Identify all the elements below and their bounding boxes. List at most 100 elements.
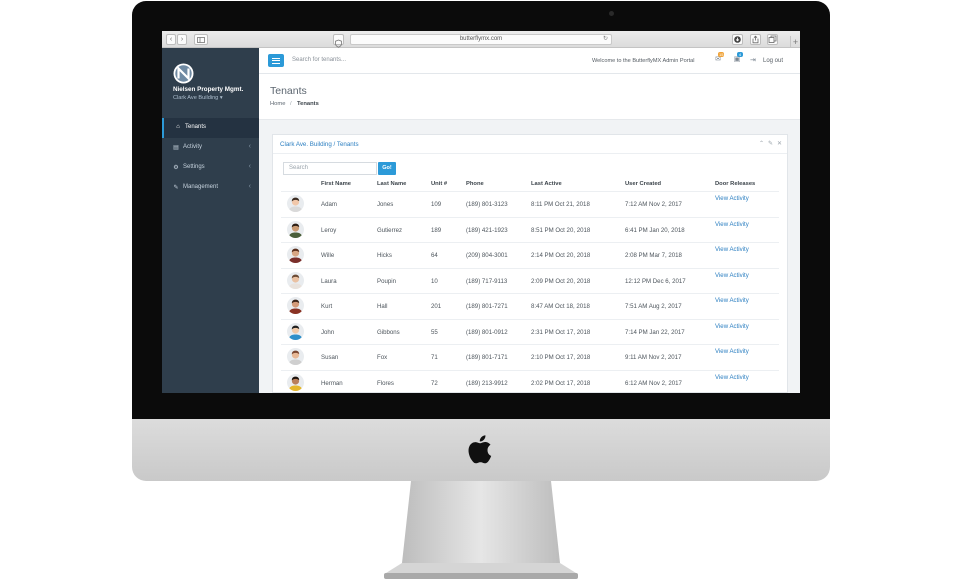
sidebar-item-label: Tenants (185, 124, 207, 130)
column-header-door-releases[interactable]: Door Releases (715, 181, 755, 187)
user-created-cell: 12:12 PM Dec 6, 2017 (625, 277, 686, 285)
reload-icon[interactable]: ↻ (603, 35, 608, 44)
butterflymx-logo (173, 63, 194, 84)
table-row[interactable]: Herman Flores 72 (189) 213-9912 2:02 PM Oct … (281, 369, 779, 393)
sidebar-item-label: Management (183, 184, 219, 190)
last-name-cell: Hicks (377, 252, 392, 259)
sidebar-item-tenants[interactable]: ⌂ Tenants (162, 118, 259, 138)
first-name-cell: Laura (321, 277, 337, 285)
view-activity-link[interactable]: View Activity (715, 374, 749, 381)
first-name-cell: Kurt (321, 303, 333, 310)
shield-icon (335, 39, 342, 48)
unit-cell: 109 (431, 201, 442, 208)
close-icon[interactable]: ✕ (777, 140, 782, 147)
user-created-cell: 6:41 PM Jan 20, 2018 (625, 226, 685, 234)
back-button[interactable]: ‹ (166, 34, 176, 45)
menu-toggle-button[interactable] (268, 54, 284, 67)
table-row[interactable]: Susan Fox 71 (189) 801-7171 2:10 PM Oct 17, … (281, 344, 779, 369)
table-row[interactable]: John Gibbons 55 (189) 801-0912 2:31 PM Oct 1… (281, 318, 779, 344)
go-button[interactable]: Go! (378, 162, 396, 175)
column-header-unit[interactable]: Unit # (431, 181, 447, 187)
download-icon (734, 36, 741, 43)
last-active-cell: 2:09 PM Oct 20, 2018 (531, 277, 591, 285)
last-active-cell: 2:14 PM Oct 20, 2018 (531, 252, 591, 259)
user-created-cell: 9:11 AM Nov 2, 2017 (625, 354, 682, 361)
apple-logo-icon (468, 435, 492, 464)
notifications-icon[interactable]: ▣ (733, 56, 741, 64)
unit-cell: 201 (431, 303, 442, 310)
phone-cell: (189) 213-9912 (466, 379, 508, 387)
chevron-left-icon: ‹ (248, 143, 251, 150)
messages-icon[interactable]: ✉ (714, 56, 722, 64)
logout-link[interactable]: Log out (763, 58, 783, 64)
edit-icon: ✎ (173, 185, 179, 191)
shield-button[interactable] (333, 34, 344, 48)
home-icon: ⌂ (176, 124, 180, 130)
messages-badge: 15 (718, 52, 725, 57)
unit-cell: 71 (431, 354, 438, 361)
imac-mockup: ‹ › butterflymx.com ↻ + Nielsen Property… (0, 0, 960, 580)
first-name-cell: Herman (321, 379, 343, 387)
column-header-last-name[interactable]: Last Name (377, 181, 406, 187)
phone-cell: (189) 801-0912 (466, 328, 508, 336)
table-row[interactable]: Kurt Hall 201 (189) 801-7271 8:47 AM Oct 18,… (281, 293, 779, 318)
table-row[interactable]: Leroy Gutierrez 189 (189) 421-1923 8:51 PM O… (281, 216, 779, 242)
unit-cell: 64 (431, 252, 438, 259)
phone-cell: (189) 717-9113 (466, 277, 508, 285)
unit-cell: 55 (431, 328, 438, 336)
forward-button[interactable]: › (177, 34, 187, 45)
user-created-cell: 7:12 AM Nov 2, 2017 (625, 201, 682, 208)
avatar (287, 348, 304, 365)
view-activity-link[interactable]: View Activity (715, 297, 749, 304)
breadcrumb-separator: / (290, 101, 292, 107)
first-name-cell: Leroy (321, 226, 337, 234)
wrench-icon[interactable]: ✎ (768, 140, 773, 147)
last-active-cell: 2:10 PM Oct 17, 2018 (531, 354, 591, 361)
page-header: Tenants Home / Tenants (259, 74, 800, 120)
last-name-cell: Gutierrez (377, 226, 403, 234)
phone-cell: (189) 801-7271 (466, 303, 508, 310)
last-active-cell: 2:02 PM Oct 17, 2018 (531, 379, 591, 387)
tabs-icon (768, 35, 777, 43)
column-header-last-active[interactable]: Last Active (531, 181, 562, 187)
logout-icon[interactable]: ⇥ (750, 56, 756, 64)
view-activity-link[interactable]: View Activity (715, 195, 749, 202)
view-activity-link[interactable]: View Activity (715, 348, 749, 355)
last-name-cell: Flores (377, 379, 394, 387)
building-selector[interactable]: Clark Ave Building ▾ (173, 95, 223, 101)
column-header-user-created[interactable]: User Created (625, 181, 661, 187)
view-activity-link[interactable]: View Activity (715, 272, 749, 279)
hamburger-icon (272, 57, 280, 59)
view-activity-link[interactable]: View Activity (715, 323, 749, 330)
new-tab-button[interactable]: + (790, 36, 800, 48)
welcome-message: Welcome to the ButterflyMX Admin Portal (592, 58, 695, 64)
column-header-first-name[interactable]: First Name (321, 181, 351, 187)
collapse-icon[interactable]: ⌃ (759, 140, 764, 147)
monitor-stand (384, 481, 578, 579)
table-row[interactable]: Laura Poupin 10 (189) 717-9113 2:09 PM Oct 2… (281, 267, 779, 293)
search-input[interactable]: Search (283, 162, 377, 175)
sidebar-toggle-button[interactable] (194, 34, 208, 45)
download-button[interactable] (732, 34, 743, 45)
avatar (287, 246, 304, 263)
address-bar[interactable]: butterflymx.com ↻ (350, 34, 612, 45)
last-name-cell: Gibbons (377, 328, 400, 336)
avatar (287, 271, 304, 289)
brand-name: Nielsen Property Mgmt. (173, 86, 244, 93)
view-activity-link[interactable]: View Activity (715, 246, 749, 253)
sidebar-item-settings[interactable]: ⚙ Settings ‹ (162, 158, 259, 178)
user-created-cell: 6:12 AM Nov 2, 2017 (625, 379, 682, 387)
last-name-cell: Hall (377, 303, 388, 310)
tabs-button[interactable] (767, 34, 778, 45)
table-row[interactable]: Wille Hicks 64 (209) 804-3001 2:14 PM Oct 20… (281, 242, 779, 267)
sidebar-item-management[interactable]: ✎ Management ‹ (162, 178, 259, 198)
last-name-cell: Jones (377, 201, 394, 208)
share-button[interactable] (750, 34, 761, 45)
column-header-phone[interactable]: Phone (466, 181, 484, 187)
tenant-search-input[interactable]: Search for tenants... (292, 57, 346, 63)
breadcrumb-home[interactable]: Home (270, 101, 285, 107)
sidebar-item-activity[interactable]: ▤ Activity ‹ (162, 138, 259, 158)
view-activity-link[interactable]: View Activity (715, 221, 749, 228)
table-row[interactable]: Adam Jones 109 (189) 801-3123 8:11 PM Oct 21… (281, 191, 779, 216)
page-title: Tenants (270, 85, 307, 97)
